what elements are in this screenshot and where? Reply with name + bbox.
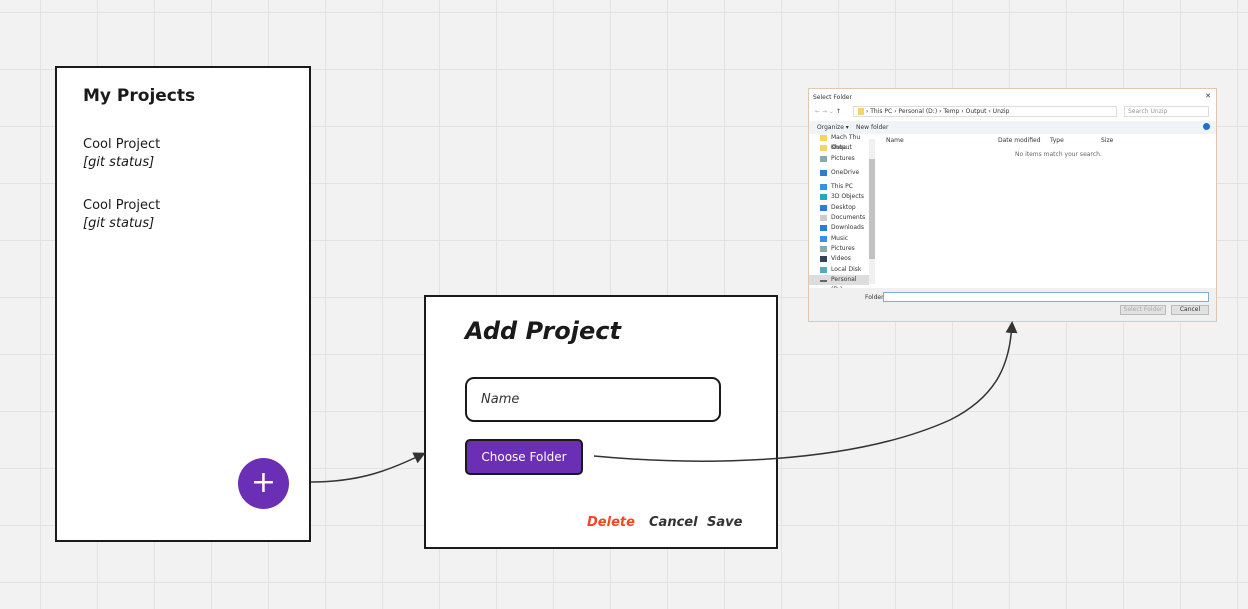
save-button[interactable]: Save — [707, 515, 742, 530]
organize-menu[interactable]: Organize ▾ — [817, 124, 849, 131]
my-projects-panel: My Projects Cool Project [git status] Coo… — [55, 66, 311, 542]
cancel-button[interactable]: Cancel — [649, 515, 698, 530]
dialog-title: Select Folder — [813, 94, 852, 101]
tree-item[interactable]: This PC — [809, 182, 869, 192]
select-folder-dialog: Select Folder ✕ ← → ⌄ ↑ › This PC › Pers… — [808, 88, 1217, 322]
crumb[interactable]: Personal (D:) — [898, 108, 937, 115]
project-name: Cool Project — [83, 137, 161, 152]
tree-item[interactable]: Pictures — [809, 244, 869, 254]
column-size[interactable]: Size — [1101, 137, 1113, 144]
dialog-cancel-button[interactable]: Cancel — [1171, 305, 1209, 315]
crumb[interactable]: This PC — [870, 108, 892, 115]
tree-item[interactable]: Downloads — [809, 223, 869, 233]
nav-arrows-icon[interactable]: ← → ⌄ ↑ — [815, 108, 841, 115]
column-type[interactable]: Type — [1050, 137, 1064, 144]
search-input[interactable]: Search Unzip — [1124, 106, 1209, 117]
tree-item[interactable]: Music — [809, 234, 869, 244]
tree-item[interactable]: Local Disk (C:) — [809, 265, 869, 283]
delete-button[interactable]: Delete — [587, 515, 635, 530]
tree-item[interactable]: Documents — [809, 213, 869, 223]
name-input[interactable]: Name — [465, 377, 721, 422]
git-status: [git status] — [83, 216, 155, 231]
folder-input[interactable] — [883, 292, 1209, 302]
project-item[interactable]: Cool Project [git status] — [83, 137, 160, 170]
dialog-title: Add Project — [465, 317, 621, 345]
tree-scrollbar[interactable] — [869, 139, 875, 284]
select-folder-button[interactable]: Select Folder — [1120, 305, 1166, 315]
column-name[interactable]: Name — [886, 137, 904, 144]
new-folder-button[interactable]: New folder — [856, 124, 888, 131]
project-item[interactable]: Cool Project [git status] — [83, 198, 160, 231]
tree-item[interactable]: Pictures — [809, 154, 869, 164]
tree-item[interactable]: Videos — [809, 254, 869, 264]
crumb[interactable]: Output — [966, 108, 987, 115]
tree-item[interactable]: OneDrive — [809, 168, 869, 178]
add-project-button[interactable]: + — [238, 458, 289, 509]
tree-item[interactable]: Desktop — [809, 203, 869, 213]
choose-folder-button[interactable]: Choose Folder — [465, 439, 583, 475]
git-status: [git status] — [83, 155, 155, 170]
tree-item[interactable]: 3D Objects — [809, 192, 869, 202]
column-date[interactable]: Date modified — [998, 137, 1041, 144]
panel-title: My Projects — [83, 86, 196, 106]
arrow-fab-to-dialog — [310, 452, 426, 483]
crumb[interactable]: Unzip — [993, 108, 1010, 115]
tree-item[interactable]: Mach Thu Khoa — [809, 133, 869, 151]
tree-item-selected[interactable]: Personal (D:) — [809, 274, 869, 293]
address-bar[interactable]: › This PC › Personal (D:) › Temp › Outpu… — [853, 106, 1117, 117]
close-icon[interactable]: ✕ — [1205, 92, 1211, 100]
empty-message: No items match your search. — [1015, 151, 1102, 158]
help-icon[interactable] — [1203, 123, 1210, 130]
folder-icon — [858, 108, 864, 115]
project-name: Cool Project — [83, 198, 161, 213]
nav-tree: Mach Thu Khoa Output Pictures OneDrive T… — [809, 133, 869, 293]
add-project-dialog: Add Project Name Choose Folder Delete Ca… — [424, 295, 778, 549]
crumb[interactable]: Temp — [943, 108, 959, 115]
tree-item[interactable]: Output — [809, 143, 869, 153]
